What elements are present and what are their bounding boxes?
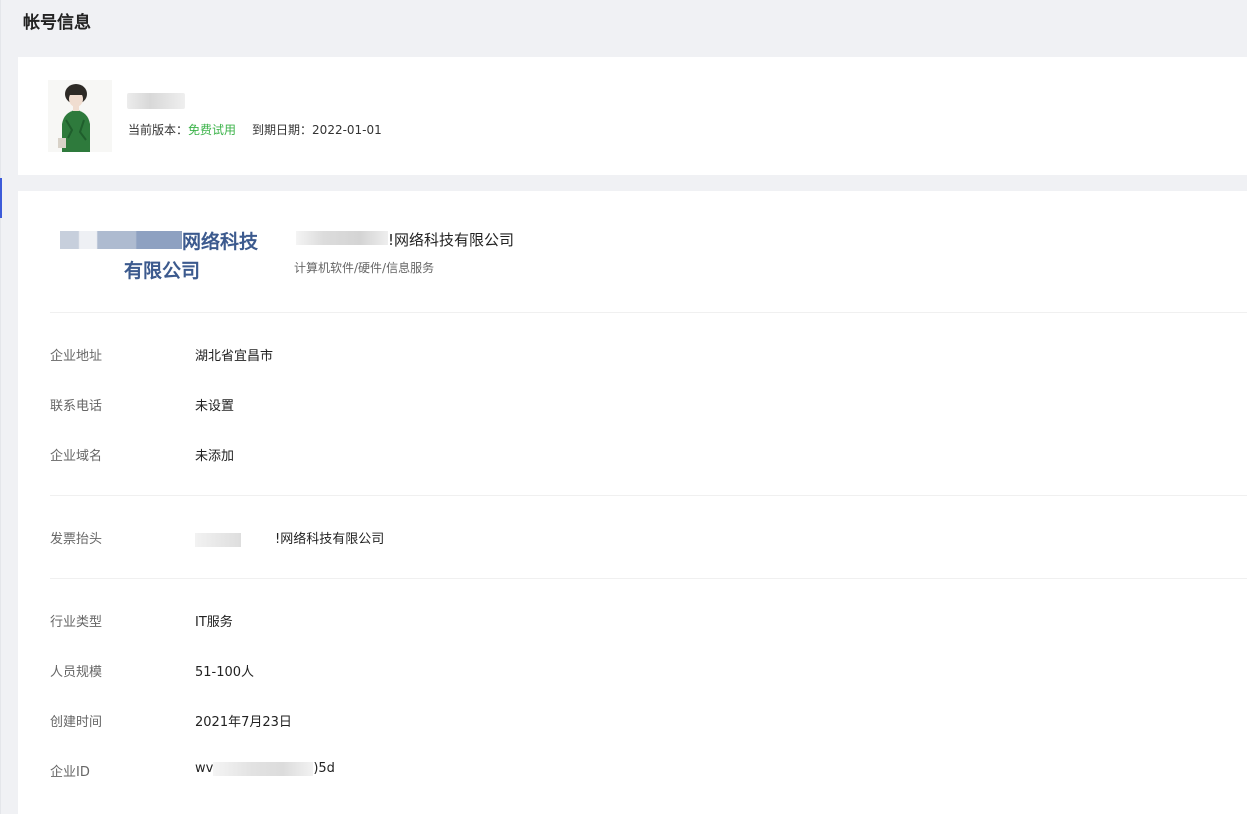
divider (50, 312, 1247, 313)
field-label: 创建时间 (50, 715, 103, 730)
field-label: 企业地址 (50, 349, 103, 364)
id-suffix: )5d (313, 761, 335, 776)
invoice-redacted (195, 532, 241, 547)
divider (50, 578, 1247, 579)
avatar-illustration-icon (48, 80, 112, 152)
id-redacted (213, 761, 314, 776)
field-value: 51-100人 (195, 665, 255, 680)
field-label: 行业类型 (50, 615, 103, 630)
invoice-text: !网络科技有限公司 (275, 532, 385, 547)
avatar[interactable] (48, 80, 112, 152)
user-meta: 当前版本：免费试用 到期日期：2022-01-01 (128, 121, 382, 138)
page-title: 帐号信息 (23, 13, 91, 33)
field-value: !网络科技有限公司 (195, 528, 384, 547)
user-card: 当前版本：免费试用 到期日期：2022-01-01 (18, 57, 1247, 175)
field-label: 发票抬头 (50, 532, 103, 547)
field-value: 湖北省宜昌市 (195, 349, 274, 364)
field-label: 企业域名 (50, 449, 103, 464)
field-label: 联系电话 (50, 399, 103, 414)
field-value: 未设置 (195, 399, 235, 414)
enterprise-category: 计算机软件/硬件/信息服务 (294, 261, 435, 275)
enterprise-name-redacted (296, 231, 388, 245)
field-value: IT服务 (195, 615, 233, 630)
enterprise-name: !网络科技有限公司 (388, 231, 515, 249)
field-value: wv )5d (195, 761, 335, 776)
enterprise-card: 网络科技 有限公司 !网络科技有限公司 计算机软件/硬件/信息服务 企业地址 湖… (18, 191, 1247, 814)
id-prefix: wv (195, 761, 214, 776)
version-label: 当前版本： (128, 123, 189, 137)
field-label: 企业ID (50, 765, 90, 780)
logo-text-line1: 网络科技 (182, 231, 259, 253)
version-value: 免费试用 (188, 123, 237, 137)
enterprise-logo: 网络科技 有限公司 (60, 225, 270, 285)
nav-active-indicator (0, 178, 2, 218)
user-name-redacted (127, 93, 185, 109)
logo-redacted (60, 231, 182, 249)
field-label: 人员规模 (50, 665, 103, 680)
field-value: 2021年7月23日 (195, 715, 292, 730)
expire-value: 2022-01-01 (312, 123, 382, 137)
divider (50, 495, 1247, 496)
left-border (0, 0, 1, 814)
expire-label: 到期日期： (252, 123, 313, 137)
logo-text-line2: 有限公司 (124, 260, 201, 282)
field-value: 未添加 (195, 449, 235, 464)
